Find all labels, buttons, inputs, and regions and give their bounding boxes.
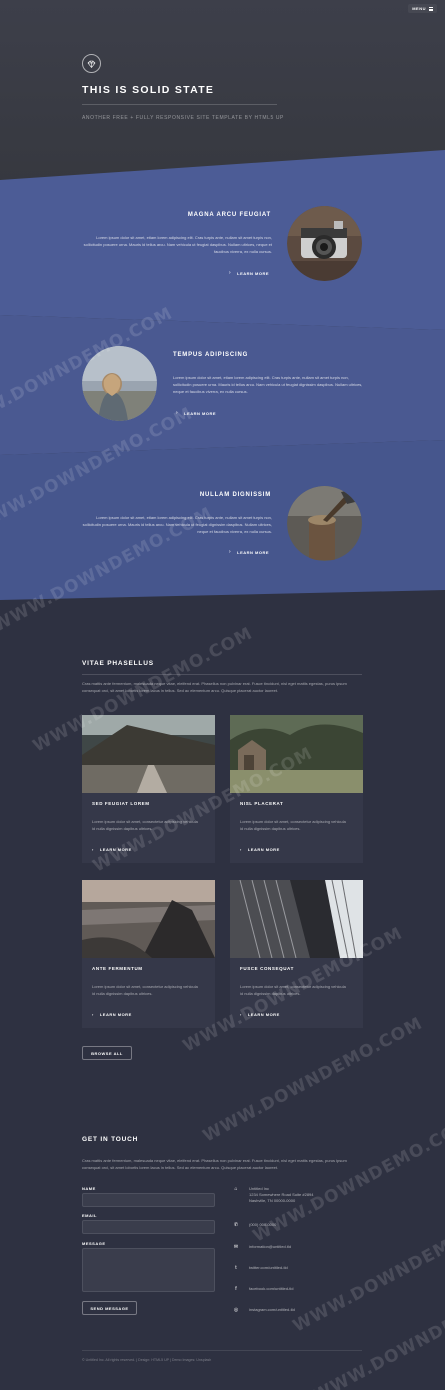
feature-title: TEMPUS ADIPISCING	[173, 352, 249, 358]
address-line: Nashville, TN 00000-0000	[249, 1198, 296, 1203]
card[interactable]: ANTE FERMENTUM Lorem ipsum dolor sit ame…	[82, 880, 215, 1028]
envelope-icon: ✉	[233, 1244, 239, 1250]
twitter-text: twitter.com/untitled-tld	[249, 1265, 288, 1270]
section-text: Cras mattis ante fermentum, malesuada ne…	[82, 681, 347, 693]
contact-twitter[interactable]: t twitter.com/untitled-tld	[233, 1265, 288, 1271]
site-title: THIS IS SOLID STATE	[82, 84, 215, 96]
learn-more-label: LEARN MORE	[237, 549, 270, 555]
watermark: WWW.DOWNDEMO.COM	[309, 1273, 445, 1390]
section-title: VITAE PHASELLUS	[82, 660, 154, 667]
arrow-right-icon: ›	[240, 847, 242, 852]
menu-label: MENU	[412, 6, 426, 11]
tagline: ANOTHER FREE + FULLY RESPONSIVE SITE TEM…	[82, 115, 284, 121]
browse-all-button[interactable]: BROWSE ALL	[82, 1046, 132, 1060]
learn-more-link[interactable]: › LEARN MORE	[176, 410, 216, 416]
learn-more-link[interactable]: › LEARN MORE	[92, 847, 132, 852]
contact-instagram[interactable]: ◎ instagram.com/untitled-tld	[233, 1307, 295, 1313]
card-text: Lorem ipsum dolor sit amet, consectetur …	[92, 984, 198, 996]
learn-more-label: LEARN MORE	[184, 410, 217, 416]
card-image-cliff	[82, 880, 215, 958]
phone-text: (000) 000-0000	[249, 1222, 277, 1227]
contact-facebook[interactable]: f facebook.com/untitled-tld	[233, 1286, 293, 1292]
email-label: EMAIL	[82, 1213, 97, 1218]
card-text: Lorem ipsum dolor sit amet, consectetur …	[240, 984, 346, 996]
feature-text: Lorem ipsum dolor sit amet, etiam lorem …	[82, 515, 272, 534]
facebook-text: facebook.com/untitled-tld	[249, 1286, 294, 1291]
contact-text: Cras mattis ante fermentum, malesuada ne…	[82, 1158, 347, 1170]
card-image-cabin	[230, 715, 363, 793]
arrow-right-icon: ›	[229, 270, 232, 276]
email-text: information@untitled.tld	[249, 1244, 292, 1249]
card[interactable]: NISL PLACERAT Lorem ipsum dolor sit amet…	[230, 715, 363, 863]
card-image-library	[230, 879, 363, 959]
card-title: SED FEUGIAT LOREM	[92, 801, 150, 806]
feature-text: Lorem ipsum dolor sit amet, etiam lorem …	[173, 375, 363, 394]
card-text: Lorem ipsum dolor sit amet, consectetur …	[92, 819, 198, 831]
message-field[interactable]	[82, 1248, 215, 1292]
section-divider	[82, 674, 362, 675]
learn-more-link[interactable]: › LEARN MORE	[229, 270, 269, 276]
send-message-button[interactable]: SEND MESSAGE	[82, 1301, 137, 1315]
learn-more-link[interactable]: › LEARN MORE	[92, 1012, 132, 1017]
arrow-right-icon: ›	[92, 1012, 94, 1017]
contact-email[interactable]: ✉ information@untitled.tld	[233, 1244, 291, 1250]
instagram-text: instagram.com/untitled-tld	[249, 1307, 295, 1312]
feature-title: NULLAM DIGNISSIM	[199, 492, 271, 498]
learn-more-link[interactable]: › LEARN MORE	[240, 1012, 280, 1017]
learn-more-label: LEARN MORE	[99, 847, 132, 852]
card[interactable]: SED FEUGIAT LOREM Lorem ipsum dolor sit …	[82, 715, 215, 863]
feature-text: Lorem ipsum dolor sit amet, etiam lorem …	[83, 235, 272, 254]
footer-divider	[82, 1350, 362, 1351]
home-icon: ⌂	[234, 1186, 238, 1192]
watermark: WWW.DOWNDEMO.COM	[249, 1113, 445, 1247]
arrow-right-icon: ›	[176, 410, 179, 416]
page: MENU THIS IS SOLID STATE ANOTHER FREE + …	[0, 0, 445, 1390]
menu-button[interactable]: MENU	[408, 4, 437, 13]
card-image-road	[82, 715, 215, 793]
contact-phone[interactable]: ✆ (000) 000-0000	[233, 1222, 276, 1228]
email-field[interactable]	[82, 1220, 215, 1234]
message-label: MESSAGE	[82, 1241, 106, 1246]
card-title: NISL PLACERAT	[240, 801, 284, 806]
watermark: WWW.DOWNDEMO.COM	[289, 1203, 445, 1337]
camera-image	[287, 206, 362, 281]
learn-more-link[interactable]: › LEARN MORE	[229, 549, 269, 555]
phone-icon: ✆	[233, 1222, 239, 1228]
arrow-right-icon: ›	[92, 847, 94, 852]
learn-more-label: LEARN MORE	[247, 847, 280, 852]
woman-image	[82, 346, 157, 421]
feature-title: MAGNA ARCU FEUGIAT	[187, 212, 271, 218]
card[interactable]: FUSCE CONSEQUAT Lorem ipsum dolor sit am…	[230, 879, 363, 1028]
name-label: NAME	[82, 1186, 96, 1191]
card-title: FUSCE CONSEQUAT	[240, 966, 294, 971]
axe-image	[287, 486, 362, 561]
card-title: ANTE FERMENTUM	[92, 966, 143, 971]
learn-more-link[interactable]: › LEARN MORE	[240, 847, 280, 852]
arrow-right-icon: ›	[240, 1012, 242, 1017]
logo[interactable]	[82, 54, 101, 73]
learn-more-label: LEARN MORE	[237, 270, 270, 276]
card-text: Lorem ipsum dolor sit amet, consectetur …	[240, 819, 346, 831]
name-field[interactable]	[82, 1193, 215, 1207]
copyright: © Untitled Inc. All rights reserved. | D…	[82, 1358, 212, 1362]
watermark: WWW.DOWNDEMO.COM	[199, 1013, 427, 1147]
learn-more-label: LEARN MORE	[99, 1012, 132, 1017]
facebook-icon: f	[235, 1286, 237, 1292]
title-divider	[82, 104, 277, 105]
contact-address: ⌂ Untitled Inc 1234 Somewhere Road Suite…	[233, 1186, 313, 1204]
instagram-icon: ◎	[233, 1307, 239, 1313]
diamond-icon	[87, 60, 96, 68]
arrow-right-icon: ›	[229, 549, 232, 555]
twitter-icon: t	[235, 1265, 237, 1271]
learn-more-label: LEARN MORE	[247, 1012, 280, 1017]
hamburger-icon	[429, 6, 433, 11]
contact-title: GET IN TOUCH	[82, 1136, 139, 1143]
